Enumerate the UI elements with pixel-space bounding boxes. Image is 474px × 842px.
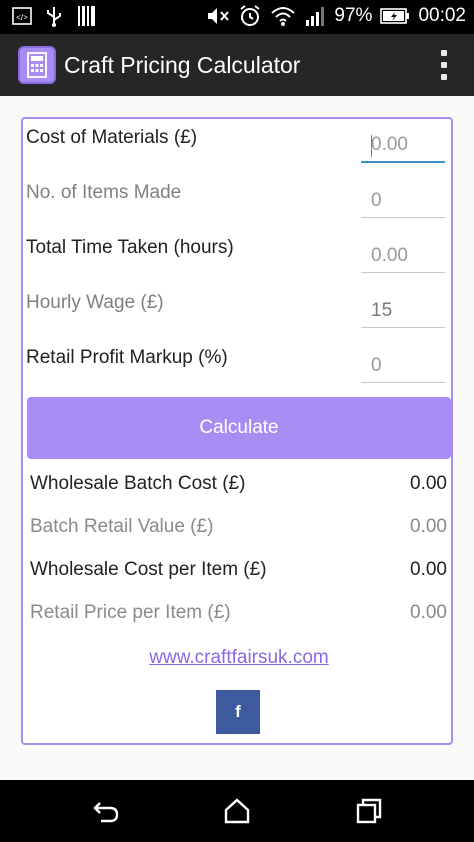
- svg-text:</>: </>: [16, 13, 28, 22]
- field-label: Hourly Wage (£): [26, 292, 164, 313]
- calculator-icon: [18, 46, 56, 84]
- result-label: Wholesale Cost per Item (£): [30, 559, 267, 580]
- result-row: Wholesale Cost per Item (£) 0.00: [23, 555, 455, 591]
- text-cursor: [371, 135, 372, 157]
- result-label: Retail Price per Item (£): [30, 602, 231, 623]
- hourly-wage-input[interactable]: [361, 294, 445, 328]
- field-cost-of-materials: Cost of Materials (£): [23, 119, 455, 174]
- overflow-menu-icon[interactable]: [440, 50, 448, 80]
- field-items-made: No. of Items Made: [23, 174, 455, 229]
- result-label: Batch Retail Value (£): [30, 516, 214, 537]
- calculate-button[interactable]: Calculate: [27, 397, 451, 459]
- field-label: Cost of Materials (£): [26, 127, 198, 148]
- usb-icon: [47, 7, 61, 27]
- app-bar: Craft Pricing Calculator: [0, 34, 474, 96]
- field-label: No. of Items Made: [26, 182, 182, 203]
- code-icon: </>: [12, 7, 32, 25]
- alarm-icon: [240, 5, 261, 26]
- home-icon[interactable]: [222, 797, 252, 825]
- status-left-icons: </>: [12, 5, 98, 27]
- result-row: Retail Price per Item (£) 0.00: [23, 598, 455, 634]
- result-value: 0.00: [410, 602, 447, 623]
- items-made-input[interactable]: [361, 184, 445, 218]
- recent-apps-icon[interactable]: [354, 797, 384, 825]
- field-label: Total Time Taken (hours): [26, 237, 234, 258]
- mute-icon: [208, 8, 230, 24]
- field-profit-markup: Retail Profit Markup (%): [23, 339, 455, 394]
- result-row: Batch Retail Value (£) 0.00: [23, 512, 455, 548]
- wifi-icon: [271, 7, 296, 26]
- result-value: 0.00: [410, 516, 447, 537]
- barcode-icon: [78, 6, 95, 26]
- signal-icon: [306, 7, 325, 26]
- result-label: Wholesale Batch Cost (£): [30, 473, 246, 494]
- field-time-taken: Total Time Taken (hours): [23, 229, 455, 284]
- status-bar: </> 97% 00:02: [0, 0, 474, 34]
- back-icon[interactable]: [91, 797, 121, 825]
- time-taken-input[interactable]: [361, 239, 445, 273]
- profit-markup-input[interactable]: [361, 349, 445, 383]
- battery-percent: 97%: [334, 5, 373, 26]
- field-hourly-wage: Hourly Wage (£): [23, 284, 455, 339]
- result-value: 0.00: [410, 559, 447, 580]
- status-right-icons: 97% 00:02: [206, 4, 466, 28]
- app-title: Craft Pricing Calculator: [64, 52, 301, 78]
- result-value: 0.00: [410, 473, 447, 494]
- calculator-card: Cost of Materials (£) No. of Items Made …: [21, 117, 453, 745]
- navigation-bar: [0, 780, 474, 842]
- field-label: Retail Profit Markup (%): [26, 347, 228, 368]
- cost-of-materials-input[interactable]: [361, 129, 445, 163]
- clock: 00:02: [418, 5, 466, 26]
- facebook-button[interactable]: f: [216, 690, 260, 734]
- facebook-icon: f: [235, 702, 241, 721]
- battery-icon: [380, 8, 410, 24]
- result-row: Wholesale Batch Cost (£) 0.00: [23, 469, 455, 505]
- website-link[interactable]: www.craftfairsuk.com: [23, 647, 455, 669]
